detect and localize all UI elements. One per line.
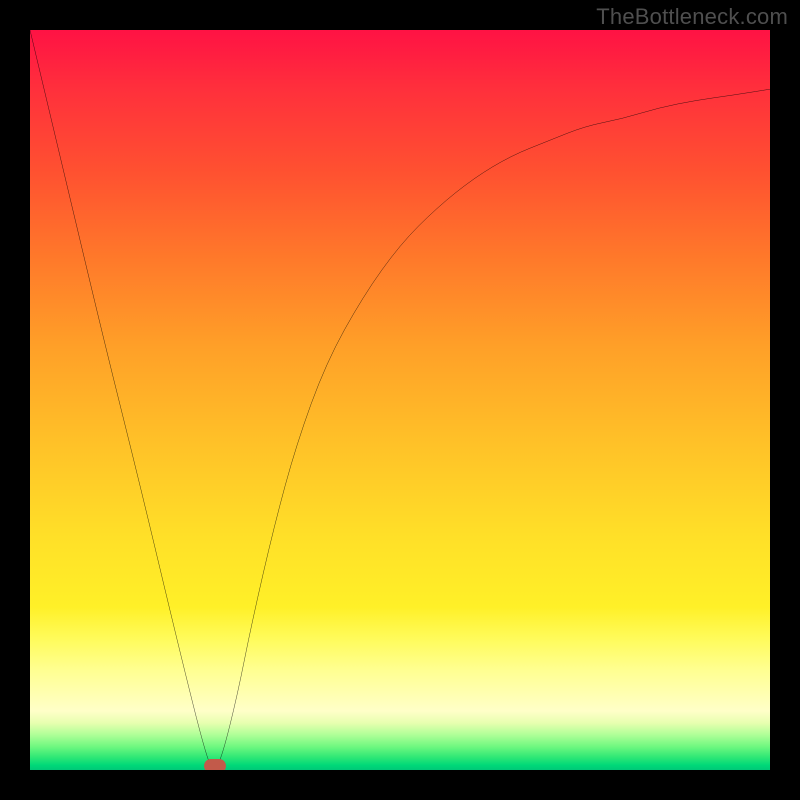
chart-frame: TheBottleneck.com (0, 0, 800, 800)
curve-path (30, 30, 770, 768)
bottleneck-curve (30, 30, 770, 770)
watermark-text: TheBottleneck.com (596, 4, 788, 30)
plot-area (30, 30, 770, 770)
optimum-marker (204, 759, 226, 770)
